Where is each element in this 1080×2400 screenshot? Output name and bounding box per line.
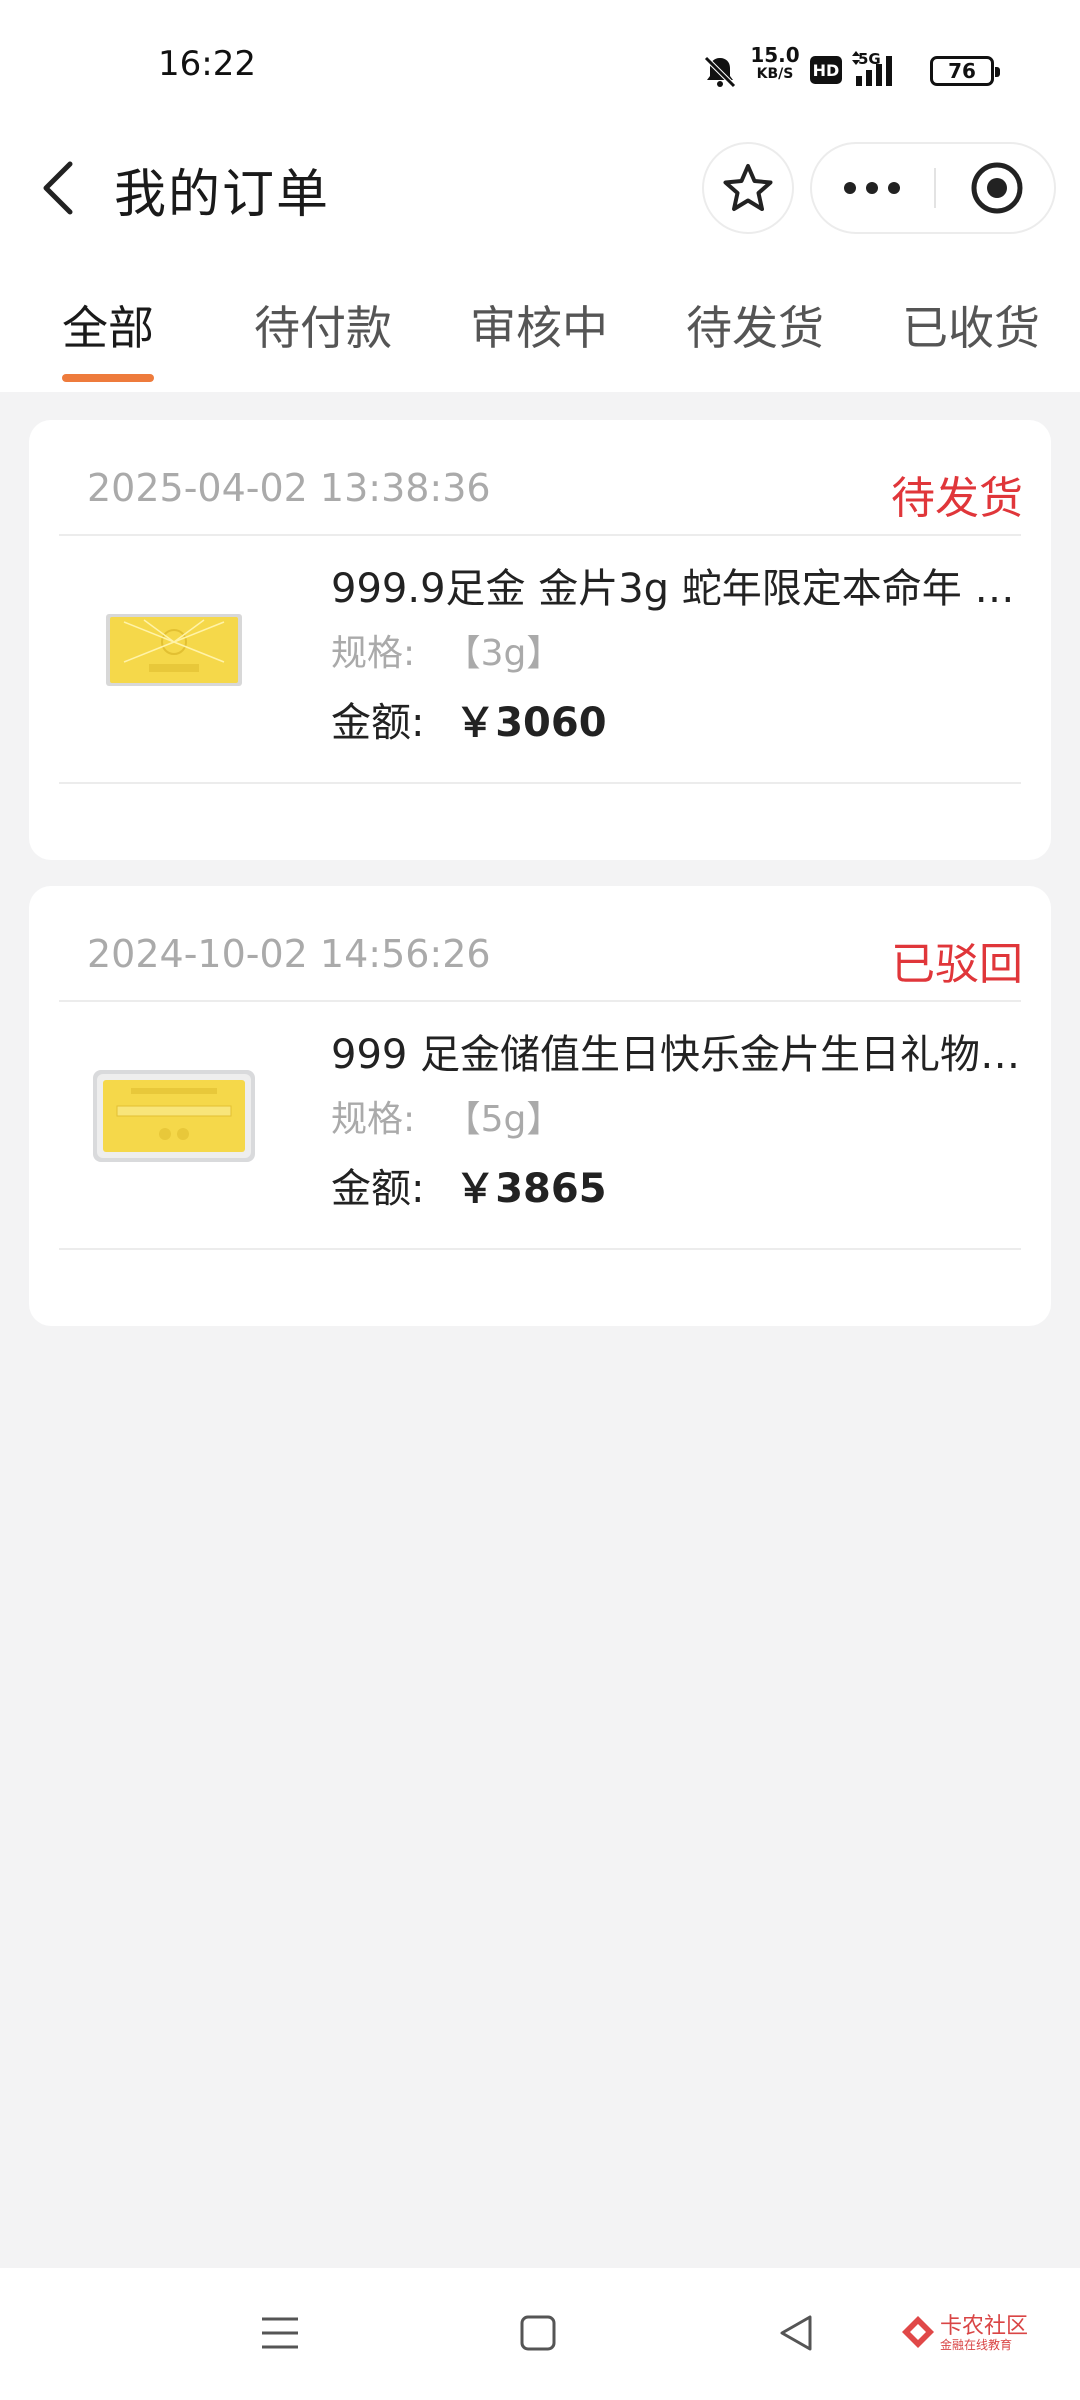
watermark-logo-icon bbox=[902, 2316, 934, 2348]
star-icon bbox=[723, 164, 773, 211]
mini-program-capsule bbox=[810, 142, 1056, 234]
spec-label: 规格: bbox=[331, 1099, 416, 1140]
net-speed-value: 15.0 bbox=[750, 43, 800, 67]
signal-5g-icon: 5G bbox=[852, 50, 892, 86]
divider bbox=[59, 782, 1021, 784]
battery-indicator: 76 bbox=[930, 56, 1000, 86]
divider bbox=[59, 1000, 1021, 1002]
recent-apps-button[interactable] bbox=[240, 2298, 320, 2368]
order-amount: 金额: ￥3865 bbox=[331, 1156, 607, 1214]
page-title: 我的订单 bbox=[114, 165, 331, 225]
more-dots-icon bbox=[844, 182, 900, 194]
header-area: 16:22 15.0 KB/S HD 5G 76 我的订单 全部 待付款 审核中… bbox=[0, 0, 1080, 392]
gold-bar-image bbox=[106, 614, 242, 686]
net-speed-unit: KB/S bbox=[756, 66, 794, 82]
product-name: 999.9足金 金片3g 蛇年限定本命年 新年礼物 bbox=[331, 566, 1031, 612]
home-button[interactable] bbox=[498, 2298, 578, 2368]
product-spec: 规格: 【3g】 bbox=[331, 624, 562, 676]
order-tabs: 全部 待付款 审核中 待发货 已收货 bbox=[0, 292, 1080, 392]
menu-lines-icon bbox=[262, 2317, 298, 2349]
target-circle-icon bbox=[971, 162, 1023, 214]
order-time: 2024-10-02 14:56:26 bbox=[87, 932, 491, 976]
hd-badge: HD bbox=[810, 56, 842, 84]
gold-bar-image bbox=[93, 1070, 255, 1162]
amount-label: 金额: bbox=[331, 1166, 425, 1212]
spec-value: 【5g】 bbox=[444, 1099, 563, 1140]
tab-under-review[interactable]: 审核中 bbox=[464, 292, 614, 392]
divider bbox=[59, 534, 1021, 536]
order-card[interactable]: 2024-10-02 14:56:26 已驳回 999 足金储值生日快乐金片生日… bbox=[29, 886, 1051, 1326]
amount-value: ￥3060 bbox=[455, 700, 607, 746]
amount-label: 金额: bbox=[331, 700, 425, 746]
square-icon bbox=[520, 2315, 556, 2351]
order-status: 待发货 bbox=[891, 473, 1023, 524]
order-status: 已驳回 bbox=[891, 939, 1023, 990]
system-nav-bar: 卡农社区 金融在线教育 bbox=[0, 2268, 1080, 2400]
tab-pending-payment[interactable]: 待付款 bbox=[248, 292, 398, 392]
spec-value: 【3g】 bbox=[444, 633, 563, 674]
back-nav-button[interactable] bbox=[756, 2298, 836, 2368]
order-time: 2025-04-02 13:38:36 bbox=[87, 466, 491, 510]
product-spec: 规格: 【5g】 bbox=[331, 1090, 562, 1142]
order-amount: 金额: ￥3060 bbox=[331, 690, 607, 748]
more-button[interactable] bbox=[812, 144, 932, 232]
tab-pending-shipment[interactable]: 待发货 bbox=[680, 292, 830, 392]
order-card[interactable]: 2025-04-02 13:38:36 待发货 999.9足金 金片3g 蛇年限… bbox=[29, 420, 1051, 860]
favorite-button[interactable] bbox=[702, 142, 794, 234]
watermark: 卡农社区 金融在线教育 bbox=[898, 2308, 1068, 2358]
triangle-back-icon bbox=[780, 2315, 812, 2351]
product-image bbox=[89, 1056, 259, 1176]
close-mini-program-button[interactable] bbox=[938, 144, 1056, 232]
product-image bbox=[89, 590, 259, 710]
network-speed: 15.0 KB/S bbox=[748, 44, 802, 82]
watermark-subtitle: 金融在线教育 bbox=[940, 2338, 1013, 2352]
tab-received[interactable]: 已收货 bbox=[896, 292, 1046, 392]
status-time: 16:22 bbox=[158, 44, 256, 84]
bell-muted-icon bbox=[704, 56, 736, 88]
active-tab-indicator bbox=[62, 374, 154, 382]
product-name: 999 足金储值生日快乐金片生日礼物 礼盒装 bbox=[331, 1032, 1031, 1078]
divider bbox=[59, 1248, 1021, 1250]
spec-label: 规格: bbox=[331, 633, 416, 674]
amount-value: ￥3865 bbox=[455, 1166, 607, 1212]
chevron-left-icon bbox=[43, 161, 73, 215]
back-button[interactable] bbox=[28, 148, 88, 228]
capsule-divider bbox=[934, 168, 936, 208]
